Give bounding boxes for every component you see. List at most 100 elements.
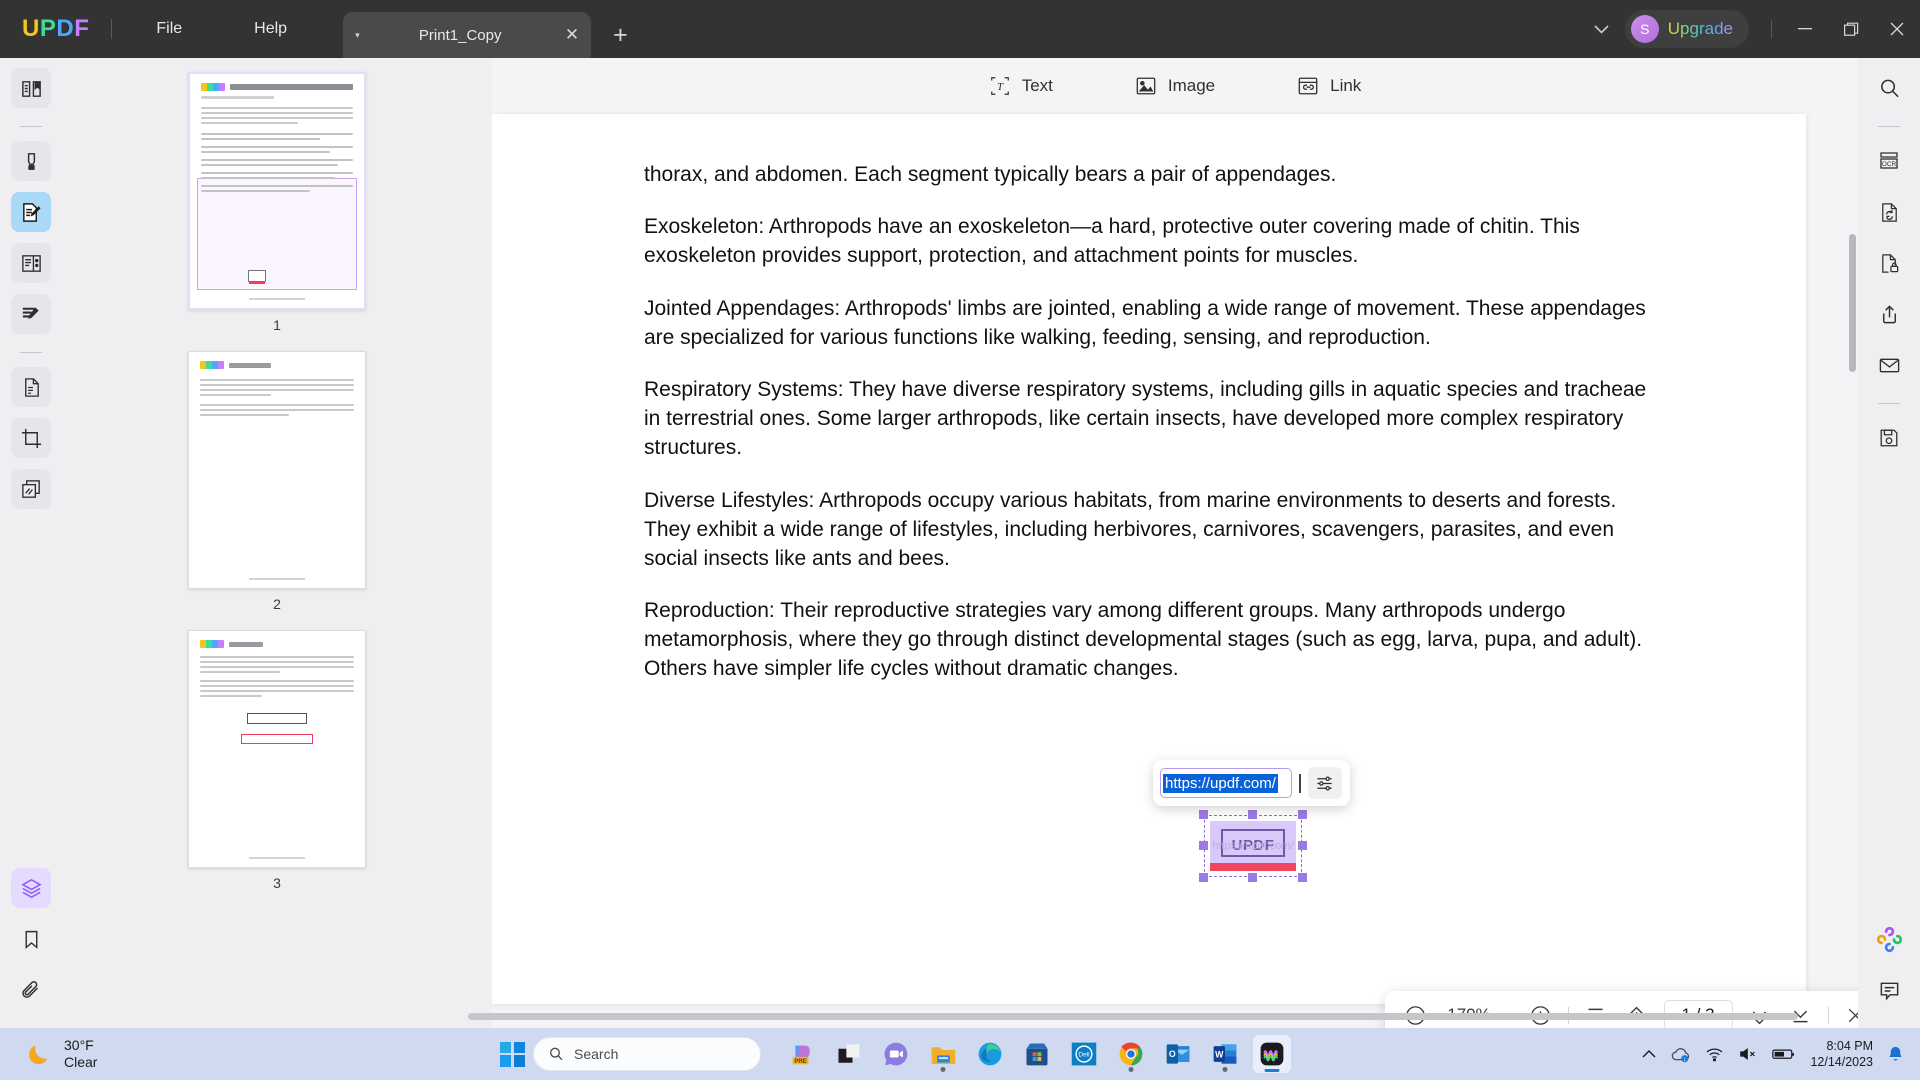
horizontal-scrollbar[interactable]: [468, 1013, 1798, 1020]
tab-dropdown-caret-icon[interactable]: ▾: [355, 30, 360, 41]
taskbar-clock[interactable]: 8:04 PM 12/14/2023: [1810, 1038, 1873, 1071]
taskbar-app-chrome[interactable]: [1112, 1035, 1150, 1073]
taskbar-apps: PRE Dell O W: [783, 1035, 1291, 1073]
link-url-input[interactable]: https://updf.com/: [1160, 768, 1292, 798]
new-tab-button[interactable]: +: [613, 21, 628, 50]
resize-handle-top-center[interactable]: [1248, 810, 1257, 819]
sidebar-item-sign[interactable]: [11, 294, 51, 334]
mini-paragraph-1: [201, 106, 353, 124]
right-tool-rail: OCR: [1858, 58, 1920, 1028]
sidebar-item-form[interactable]: [11, 243, 51, 283]
taskbar-app-teams[interactable]: [877, 1035, 915, 1073]
window-divider: [1771, 20, 1772, 38]
taskbar-app-file-explorer[interactable]: [924, 1035, 962, 1073]
mini-footer-2: [249, 578, 305, 580]
thumbnail-panel[interactable]: 1 2 3: [62, 58, 492, 1028]
edit-tool-link[interactable]: Link: [1287, 70, 1371, 102]
volume-muted-icon[interactable]: [1738, 1046, 1758, 1062]
title-divider: [111, 19, 113, 39]
sidebar-item-bookmarks[interactable]: [11, 919, 51, 959]
start-button[interactable]: [500, 1041, 525, 1067]
thumbnail-page-3[interactable]: [188, 630, 366, 868]
maximize-button[interactable]: [1828, 0, 1874, 58]
svg-text:T: T: [997, 81, 1004, 93]
taskbar-app-store[interactable]: [1018, 1035, 1056, 1073]
sidebar-item-attachments[interactable]: [11, 970, 51, 1010]
avatar[interactable]: S: [1630, 15, 1659, 43]
zoom-pagination-toolbar[interactable]: 170% ▾ 1 / 3: [1385, 991, 1858, 1028]
updf-application-window: U P D F File Help ▾ Print1_Copy ✕ + S Up…: [0, 0, 1920, 1080]
onedrive-cloud-icon[interactable]: i: [1670, 1046, 1691, 1063]
minimize-button[interactable]: [1782, 0, 1828, 58]
resize-handle-middle-left[interactable]: [1199, 841, 1208, 850]
resize-handle-bottom-left[interactable]: [1199, 873, 1208, 882]
resize-handle-bottom-right[interactable]: [1298, 873, 1307, 882]
wifi-icon[interactable]: [1705, 1046, 1724, 1062]
taskbar-app-updf[interactable]: [1253, 1035, 1291, 1073]
tab-print1-copy[interactable]: ▾ Print1_Copy ✕: [343, 12, 592, 58]
resize-handle-top-left[interactable]: [1199, 810, 1208, 819]
pdf-page[interactable]: thorax, and abdomen. Each segment typica…: [492, 114, 1806, 1004]
sidebar-item-convert[interactable]: [1869, 192, 1909, 232]
sidebar-item-protect[interactable]: [1869, 243, 1909, 283]
tray-chevron-up-icon[interactable]: [1642, 1049, 1656, 1059]
sidebar-item-organize-pages[interactable]: [11, 367, 51, 407]
notification-bell-icon[interactable]: [1887, 1045, 1904, 1064]
sidebar-item-ocr[interactable]: OCR: [1869, 141, 1909, 181]
toolbar-divider-2: [1827, 1006, 1829, 1024]
taskbar-app-outlook[interactable]: O: [1159, 1035, 1197, 1073]
sidebar-item-edit-pdf[interactable]: [11, 192, 51, 232]
sidebar-item-crop[interactable]: [11, 418, 51, 458]
upgrade-label: Upgrade: [1667, 19, 1733, 38]
tab-close-icon[interactable]: ✕: [565, 25, 579, 45]
resize-handle-middle-right[interactable]: [1298, 841, 1307, 850]
sidebar-item-save[interactable]: [1869, 418, 1909, 458]
vertical-scrollbar[interactable]: [1849, 234, 1856, 372]
close-window-button[interactable]: [1874, 0, 1920, 58]
selected-link-object[interactable]: UPDF https://updf.com/: [1199, 810, 1307, 882]
moon-icon: [26, 1041, 53, 1068]
sidebar-item-ai-assistant[interactable]: [1869, 919, 1909, 959]
menu-file[interactable]: File: [134, 14, 204, 44]
taskbar-app-edge[interactable]: [971, 1035, 1009, 1073]
sidebar-item-share[interactable]: [1869, 294, 1909, 334]
close-toolbar-button[interactable]: [1842, 1001, 1858, 1028]
battery-icon[interactable]: [1772, 1047, 1796, 1061]
upgrade-button[interactable]: S Upgrade: [1624, 10, 1749, 48]
thumbnail-page-1[interactable]: [188, 72, 366, 310]
weather-widget[interactable]: 30°F Clear: [26, 1037, 97, 1072]
edit-tool-image[interactable]: Image: [1125, 70, 1225, 102]
link-settings-button[interactable]: [1307, 767, 1342, 799]
thumbnail-list: 1 2 3: [62, 58, 492, 909]
thumbnail-page-3-content: [189, 631, 365, 867]
menu-help[interactable]: Help: [232, 14, 309, 44]
app-running-dot: [940, 1067, 946, 1072]
sidebar-item-layers[interactable]: [11, 868, 51, 908]
thumbnail-page-1-number: 1: [273, 317, 281, 333]
sidebar-item-compare[interactable]: [11, 469, 51, 509]
mini-updf-logo-3: [200, 640, 224, 648]
mini-title-bar-3: [229, 641, 263, 647]
sidebar-item-email[interactable]: [1869, 345, 1909, 385]
windows-taskbar: 30°F Clear Search PRE Dell O W i 8:04 PM…: [0, 1028, 1920, 1080]
resize-handle-bottom-center[interactable]: [1248, 873, 1257, 882]
sidebar-item-comments[interactable]: [1869, 970, 1909, 1010]
thumbnail-page-2[interactable]: [188, 351, 366, 589]
edit-tool-text[interactable]: T Text: [979, 70, 1063, 102]
taskbar-app-dark[interactable]: [830, 1035, 868, 1073]
link-url-popup[interactable]: https://updf.com/: [1153, 760, 1350, 806]
sidebar-item-annotate[interactable]: [11, 141, 51, 181]
clock-time: 8:04 PM: [1826, 1038, 1873, 1053]
weather-condition: Clear: [64, 1054, 98, 1070]
taskbar-app-dell[interactable]: Dell: [1065, 1035, 1103, 1073]
thumbnail-page-2-content: [189, 352, 365, 588]
more-chevron-down-icon[interactable]: [1578, 24, 1625, 34]
svg-text:PRE: PRE: [794, 1058, 807, 1065]
taskbar-app-word[interactable]: W: [1206, 1035, 1244, 1073]
resize-handle-top-right[interactable]: [1298, 810, 1307, 819]
taskbar-app-copilot[interactable]: PRE: [783, 1035, 821, 1073]
sidebar-item-reader-mode[interactable]: [11, 68, 51, 108]
taskbar-search-input[interactable]: Search: [533, 1037, 761, 1071]
sidebar-item-search[interactable]: [1869, 68, 1909, 108]
link-url-value: https://updf.com/: [1163, 773, 1278, 793]
